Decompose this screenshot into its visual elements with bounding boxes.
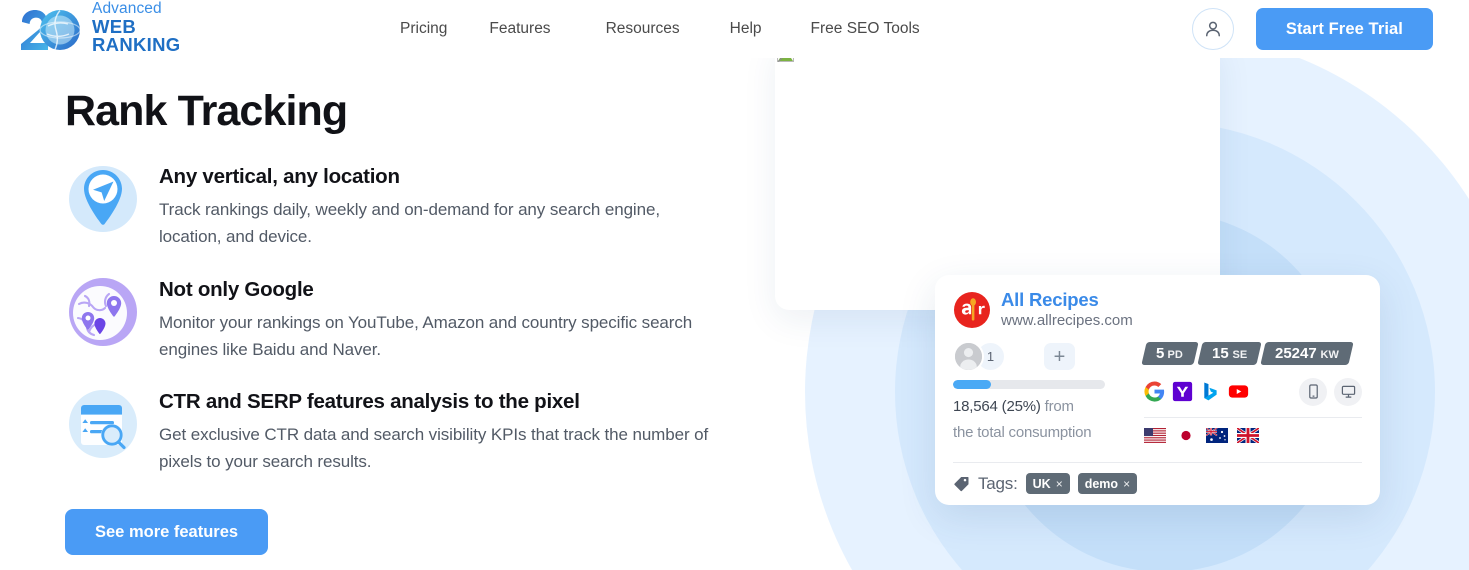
consumption-progress-fill	[953, 379, 991, 389]
user-icon	[1205, 21, 1220, 37]
avatar[interactable]	[953, 341, 984, 373]
consumption-suffix: from	[1040, 397, 1074, 415]
visibility-chart-panel: Visibility Percent and Click Share	[775, 40, 1220, 310]
tag-remove-icon[interactable]: ×	[1056, 477, 1063, 491]
badge-pd[interactable]: 5 PD	[1141, 341, 1199, 365]
google-icon[interactable]	[1144, 381, 1165, 402]
flag-jp-icon[interactable]	[1175, 427, 1197, 443]
start-free-trial-button[interactable]: Start Free Trial	[1255, 8, 1433, 50]
site-header: Advanced WEB RANKING Pricing Features Re…	[0, 0, 1469, 58]
hero-left-column: Rank Tracking Any vertical, any location…	[65, 87, 725, 556]
metric-badges: 5 PD 15 SE 25247 KW	[1141, 341, 1362, 365]
site-name[interactable]: All Recipes	[1001, 289, 1133, 310]
badge-value: 5	[1156, 344, 1165, 362]
badge-unit: SE	[1231, 348, 1247, 361]
consumption-caption: the total consumption	[953, 423, 1092, 441]
youtube-icon[interactable]	[1228, 381, 1249, 402]
logo-line-advanced: Advanced	[92, 0, 162, 18]
site-logo[interactable]: Advanced WEB RANKING	[14, 1, 214, 56]
globe-map-pins-icon	[69, 277, 137, 346]
feature-ctr-serp-analysis: CTR and SERP features analysis to the pi…	[65, 386, 725, 475]
feature-description: Get exclusive CTR data and search visibi…	[159, 425, 709, 472]
tag-chip-uk[interactable]: UK ×	[1025, 473, 1070, 494]
mobile-device-button[interactable]	[1299, 377, 1327, 406]
nav-item-resources[interactable]: Resources	[606, 14, 680, 44]
landing-page: Advanced WEB RANKING Pricing Features Re…	[0, 0, 1469, 570]
consumption-number: 18,564 (25%)	[953, 397, 1041, 415]
tags-divider	[953, 462, 1362, 463]
feature-description: Monitor your rankings on YouTube, Amazon…	[159, 312, 693, 359]
allrecipes-logo-icon	[954, 292, 990, 328]
nav-item-help[interactable]: Help	[730, 14, 762, 44]
yahoo-icon[interactable]	[1172, 381, 1193, 402]
tag-label: UK	[1032, 476, 1051, 491]
serp-card-right: 5 PD 15 SE 25247 KW	[1128, 340, 1362, 443]
flag-au-icon[interactable]	[1206, 427, 1228, 443]
badge-unit: KW	[1320, 348, 1339, 361]
mobile-device-icon	[1308, 384, 1318, 399]
site-url: www.allrecipes.com	[1001, 312, 1133, 330]
feature-title: Any vertical, any location	[159, 165, 400, 189]
badge-value: 15	[1211, 344, 1229, 362]
feature-any-vertical-any-location: Any vertical, any location Track ranking…	[65, 161, 725, 250]
serp-project-card: All Recipes www.allrecipes.com 1 + 18,56…	[935, 275, 1380, 505]
awr-20-globe-logo-icon	[21, 10, 81, 50]
desktop-device-button[interactable]	[1334, 377, 1362, 406]
flag-us-icon[interactable]	[1144, 427, 1166, 443]
owners-row: 1 +	[953, 340, 1128, 374]
nav-item-pricing[interactable]: Pricing	[400, 14, 447, 44]
serp-card-left: 1 + 18,564 (25%) from the total consumpt…	[953, 340, 1128, 443]
consumption-progress-bar	[953, 379, 1105, 389]
location-pin-cursor-icon	[69, 166, 137, 233]
badge-value: 25247	[1275, 344, 1317, 362]
page-title: Rank Tracking	[65, 87, 348, 135]
feature-not-only-google: Not only Google Monitor your rankings on…	[65, 274, 725, 363]
add-owner-button[interactable]: +	[1044, 343, 1075, 371]
feature-title: Not only Google	[159, 277, 314, 301]
user-avatar-icon	[955, 343, 982, 371]
nav-item-free-seo-tools[interactable]: Free SEO Tools	[811, 14, 920, 44]
search-engines	[1144, 381, 1249, 402]
badge-se[interactable]: 15 SE	[1196, 341, 1262, 365]
serp-card-header: All Recipes www.allrecipes.com	[953, 289, 1362, 332]
account-button[interactable]	[1191, 8, 1234, 50]
feature-title: CTR and SERP features analysis to the pi…	[159, 390, 580, 414]
serp-card-site-info: All Recipes www.allrecipes.com	[1001, 289, 1133, 332]
tag-label: demo	[1084, 476, 1119, 491]
logo-line-web-ranking: WEB RANKING	[92, 15, 181, 56]
main-navigation: Pricing Features Resources Help Free SEO…	[400, 0, 920, 58]
engines-and-devices-row	[1144, 377, 1362, 406]
serp-card-body: 1 + 18,564 (25%) from the total consumpt…	[953, 340, 1362, 443]
header-actions: Start Free Trial	[1191, 0, 1433, 58]
tags-row: Tags: UK × demo ×	[953, 473, 1138, 494]
feature-description: Track rankings daily, weekly and on-dema…	[159, 200, 660, 247]
nav-item-features[interactable]: Features	[489, 14, 550, 44]
country-flags	[1144, 427, 1362, 443]
flag-uk-icon[interactable]	[1237, 427, 1259, 443]
hero-right-visual: Visibility Percent and Click Share All R…	[600, 0, 1469, 570]
tag-chip-demo[interactable]: demo ×	[1077, 473, 1138, 494]
desktop-device-icon	[1341, 385, 1355, 398]
consumption-value: 18,564 (25%) from	[953, 398, 1128, 415]
tags-label: Tags:	[978, 473, 1018, 493]
tag-icon	[954, 477, 969, 492]
engines-flags-divider	[1144, 416, 1362, 418]
see-more-features-button[interactable]: See more features	[65, 509, 269, 556]
device-filters	[1299, 377, 1362, 406]
badge-kw[interactable]: 25247 KW	[1260, 341, 1354, 365]
bing-icon[interactable]	[1200, 381, 1221, 402]
badge-unit: PD	[1167, 348, 1184, 361]
document-search-icon	[69, 390, 137, 459]
tag-remove-icon[interactable]: ×	[1123, 477, 1130, 491]
